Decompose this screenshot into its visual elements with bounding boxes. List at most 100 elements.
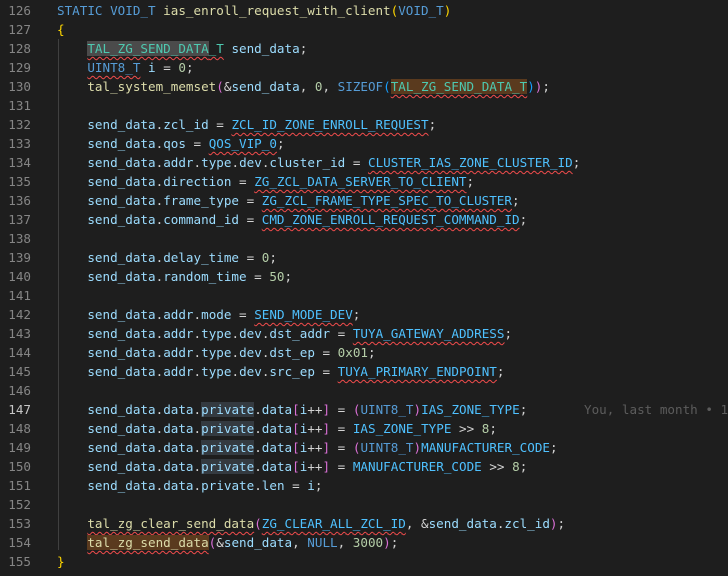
code-line[interactable]: 149 send_data.data.private.data[i++] = (… [0,438,728,457]
code-text[interactable]: tal_zg_send_data(&send_data, NULL, 3000)… [57,533,398,552]
code-token: [ [292,440,300,455]
code-line[interactable]: 135 send_data.direction = ZG_ZCL_DATA_SE… [0,172,728,191]
code-line[interactable]: 150 send_data.data.private.data[i++] = M… [0,457,728,476]
code-token: send_data [87,440,156,455]
code-line[interactable]: 130 tal_system_memset(&send_data, 0, SIZ… [0,77,728,96]
code-line[interactable]: 155} [0,552,728,571]
code-token: zcl_id [504,516,550,531]
code-line[interactable]: 128 TAL_ZG_SEND_DATA_T send_data; [0,39,728,58]
code-token: ; [185,60,194,75]
code-token: 3000 [352,535,384,550]
code-line[interactable]: 136 send_data.frame_type = ZG_ZCL_FRAME_… [0,191,728,210]
code-text[interactable]: UINT8_T i = 0; [57,58,194,77]
line-number: 145 [8,364,31,379]
code-line[interactable]: 151 send_data.data.private.len = i; [0,476,728,495]
line-number: 128 [8,41,31,56]
code-text[interactable]: tal_zg_clear_send_data(ZG_CLEAR_ALL_ZCL_… [57,514,565,533]
code-token: type [201,364,232,379]
code-text[interactable]: send_data.data.private.data[i++] = (UINT… [57,438,558,457]
code-text[interactable]: send_data.data.private.data[i++] = (UINT… [57,400,527,419]
code-token: _T [208,41,224,56]
code-token: private [201,459,255,474]
code-text[interactable]: send_data.data.private.data[i++] = MANUF… [57,457,527,476]
code-token: cluster_id [269,155,346,170]
code-text[interactable]: send_data.addr.type.dev.cluster_id = CLU… [57,153,580,172]
code-token: send_data [87,307,156,322]
code-text[interactable]: } [57,552,65,571]
code-text[interactable]: send_data.zcl_id = ZCL_ID_ZONE_ENROLL_RE… [57,115,436,134]
code-token: send_data [223,535,293,550]
code-token: . [193,459,202,474]
line-number: 140 [8,269,31,284]
line-number: 151 [8,478,31,493]
code-text[interactable]: send_data.addr.mode = SEND_MODE_DEV; [57,305,360,324]
code-line[interactable]: 148 send_data.data.private.data[i++] = I… [0,419,728,438]
code-token: ] [322,421,331,436]
code-text[interactable]: send_data.data.private.len = i; [57,476,322,495]
code-line[interactable]: 126 STATIC VOID_T ias_enroll_request_with… [0,1,728,20]
code-line[interactable]: 133 send_data.qos = QOS_VIP_0; [0,134,728,153]
code-token: = [239,212,262,227]
code-line[interactable]: 143 send_data.addr.type.dev.dst_addr = T… [0,324,728,343]
code-token: send_data [231,41,300,56]
code-line[interactable]: 147 send_data.data.private.data[i++] = (… [0,400,728,419]
code-token: ; [284,269,293,284]
code-token: command_id [163,212,240,227]
code-text[interactable]: send_data.qos = QOS_VIP_0; [57,134,284,153]
code-line[interactable]: 131 [0,96,728,115]
code-text[interactable]: send_data.command_id = CMD_ZONE_ENROLL_R… [57,210,527,229]
code-text[interactable]: tal_system_memset(&send_data, 0, SIZEOF(… [57,77,550,96]
code-line[interactable]: 129 UINT8_T i = 0; [0,58,728,77]
code-line[interactable]: 132 send_data.zcl_id = ZCL_ID_ZONE_ENROL… [0,115,728,134]
code-token: ; [519,402,528,417]
code-line[interactable]: 141 [0,286,728,305]
code-line[interactable]: 137 send_data.command_id = CMD_ZONE_ENRO… [0,210,728,229]
line-number: 138 [8,231,31,246]
code-text[interactable]: send_data.addr.type.dev.dst_ep = 0x01; [57,343,375,362]
code-text[interactable]: { [57,20,65,39]
code-token: data [163,421,194,436]
code-token: SIZEOF [337,79,384,94]
code-line[interactable]: 142 send_data.addr.mode = SEND_MODE_DEV; [0,305,728,324]
code-token: = [246,269,270,284]
code-token: ias_enroll_request_with_client [163,3,391,18]
line-number: 154 [8,535,31,550]
code-line[interactable]: 153 tal_zg_clear_send_data(ZG_CLEAR_ALL_… [0,514,728,533]
code-token: dst_addr [269,326,331,341]
code-text[interactable]: send_data.delay_time = 0; [57,248,277,267]
code-token: ) [527,79,535,94]
code-token: tal_zg_send_data [87,535,209,550]
code-line[interactable]: 152 [0,495,728,514]
code-line[interactable]: 139 send_data.delay_time = 0; [0,248,728,267]
code-line[interactable]: 140 send_data.random_time = 50; [0,267,728,286]
code-token: ; [511,193,520,208]
code-line[interactable]: 138 [0,229,728,248]
code-text[interactable]: send_data.addr.type.dev.src_ep = TUYA_PR… [57,362,504,381]
code-text[interactable]: send_data.addr.type.dev.dst_addr = TUYA_… [57,324,512,343]
code-token: dst_ep [269,345,315,360]
code-line[interactable]: 134 send_data.addr.type.dev.cluster_id =… [0,153,728,172]
line-number: 135 [8,174,31,189]
code-token: ; [504,326,513,341]
code-line[interactable]: 146 [0,381,728,400]
code-token: addr [163,364,194,379]
code-text[interactable]: send_data.frame_type = ZG_ZCL_FRAME_TYPE… [57,191,520,210]
code-editor[interactable]: 126 STATIC VOID_T ias_enroll_request_with… [0,0,728,576]
code-line[interactable]: 127 { [0,20,728,39]
code-text[interactable]: send_data.data.private.data[i++] = IAS_Z… [57,419,497,438]
code-text[interactable]: send_data.direction = ZG_ZCL_DATA_SERVER… [57,172,474,191]
code-text[interactable]: STATIC VOID_T ias_enroll_request_with_cl… [57,1,451,20]
code-line[interactable]: 145 send_data.addr.type.dev.src_ep = TUY… [0,362,728,381]
code-text[interactable]: send_data.random_time = 50; [57,267,292,286]
line-number: 148 [8,421,31,436]
code-token: = [330,459,353,474]
line-number: 131 [8,98,31,113]
line-number: 146 [8,383,31,398]
code-line[interactable]: 144 send_data.addr.type.dev.dst_ep = 0x0… [0,343,728,362]
code-text[interactable]: TAL_ZG_SEND_DATA_T send_data; [57,39,307,58]
code-line[interactable]: 154 tal_zg_send_data(&send_data, NULL, 3… [0,533,728,552]
code-token: send_data [87,421,156,436]
code-token: . [193,402,202,417]
